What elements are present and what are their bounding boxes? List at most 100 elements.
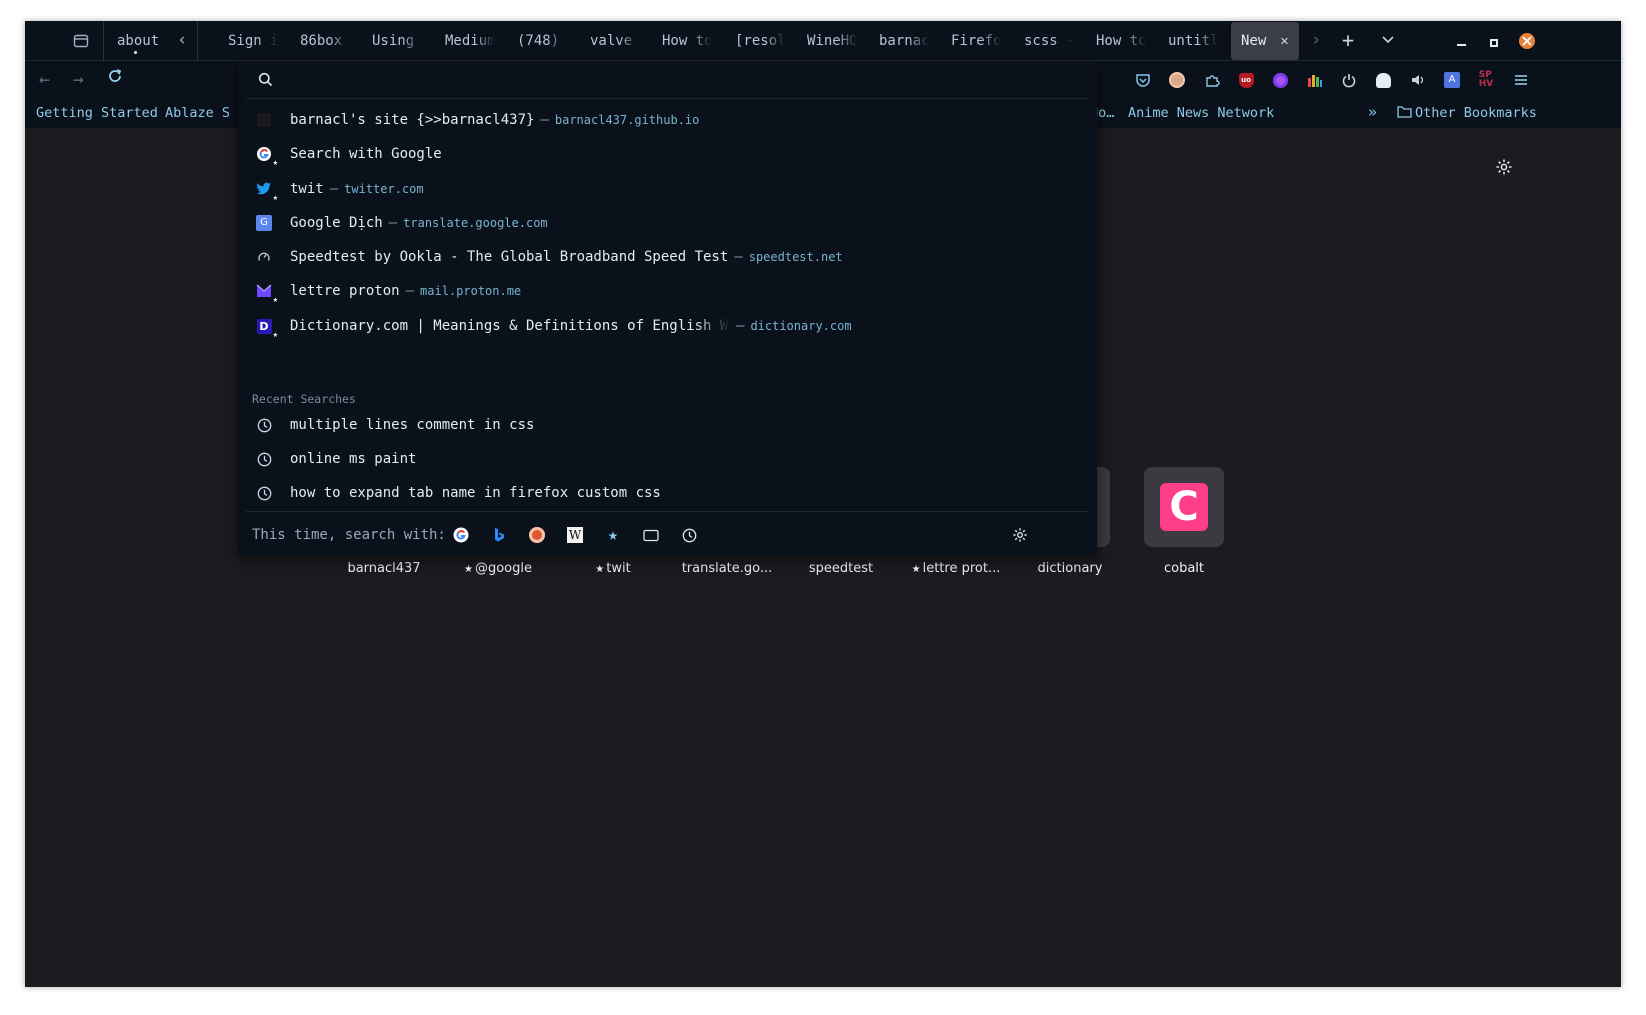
- tab[interactable]: scss -: [1024, 21, 1074, 61]
- tab-divider: [103, 21, 104, 61]
- power-icon[interactable]: [1340, 71, 1358, 89]
- extension-hex-icon[interactable]: [1271, 71, 1289, 89]
- top-site-label-text: twit: [606, 561, 631, 576]
- pin-star-icon: ★: [272, 330, 278, 340]
- result-row[interactable]: D ★ Dictionary.com | Meanings & Definiti…: [246, 309, 1089, 343]
- top-site-label-text: lettre prot...: [922, 561, 1001, 576]
- tab[interactable]: barnac: [879, 21, 929, 61]
- back-icon[interactable]: ←: [39, 69, 50, 90]
- recent-search-row[interactable]: online ms paint: [246, 442, 1089, 476]
- top-site-cobalt[interactable]: C cobalt: [1129, 467, 1239, 576]
- top-site-tile: C: [1144, 467, 1224, 547]
- maximize-icon[interactable]: [1490, 39, 1498, 47]
- urlbar-dropdown: barnacl's site {>>barnacl437} — barnacl4…: [238, 61, 1097, 556]
- bookmark-ablaze[interactable]: Ablaze S: [165, 105, 230, 121]
- profile-avatar-icon[interactable]: [1168, 71, 1186, 89]
- one-off-label: This time, search with:: [252, 527, 446, 543]
- close-window-icon[interactable]: [1518, 32, 1536, 54]
- tab[interactable]: untitl: [1168, 21, 1218, 61]
- tab[interactable]: WineHQ: [807, 21, 857, 61]
- equalizer-icon[interactable]: [1306, 71, 1324, 89]
- tab-label: 86box: [300, 33, 343, 49]
- list-all-tabs-icon[interactable]: [1381, 33, 1395, 50]
- tab-label: valve: [590, 33, 633, 49]
- result-row[interactable]: ★ lettre proton — mail.proton.me: [246, 274, 1089, 308]
- tab-label: barnac: [879, 33, 929, 49]
- result-separator: —: [405, 283, 415, 299]
- duckduckgo-engine-icon[interactable]: [528, 526, 546, 544]
- result-row[interactable]: ★ twit — twitter.com: [246, 172, 1089, 206]
- bookmarks-overflow-icon[interactable]: »: [1368, 103, 1377, 121]
- folder-icon: [1397, 105, 1412, 122]
- new-tab-plus-icon[interactable]: +: [1342, 30, 1354, 50]
- minimize-icon[interactable]: [1457, 44, 1466, 46]
- sponsorblock-icon[interactable]: SP HV: [1477, 71, 1495, 89]
- tab[interactable]: Medium: [445, 21, 495, 61]
- tab-selected-new[interactable]: New ✕: [1231, 22, 1299, 60]
- firefox-view-icon[interactable]: [73, 33, 89, 52]
- bookmark-getting-started[interactable]: Getting Started: [36, 105, 158, 121]
- top-site-label: ★ @google: [443, 561, 553, 576]
- hamburger-menu-icon[interactable]: [1512, 71, 1530, 89]
- google-engine-icon[interactable]: [452, 526, 470, 544]
- pocket-icon[interactable]: [1134, 71, 1152, 89]
- chevron-right-icon[interactable]: ›: [1311, 32, 1321, 49]
- reload-icon[interactable]: [107, 68, 123, 89]
- tab-label: Firefo: [951, 33, 1001, 49]
- tab-label: How to: [1096, 33, 1146, 49]
- tab[interactable]: Firefo: [951, 21, 1001, 61]
- extensions-puzzle-icon[interactable]: [1203, 71, 1221, 89]
- result-title: Google Dịch: [290, 215, 383, 231]
- bookmark-anime-news-network[interactable]: Anime News Network: [1128, 105, 1274, 121]
- search-settings-gear-icon[interactable]: [1011, 526, 1029, 544]
- urlbar: [246, 61, 1089, 99]
- speedtest-icon: [254, 247, 274, 267]
- recent-search-text: how to expand tab name in firefox custom…: [290, 485, 661, 501]
- tab-pinned-about[interactable]: about: [117, 21, 159, 61]
- tab[interactable]: Sign i: [228, 21, 278, 61]
- chevron-left-icon[interactable]: ‹: [177, 32, 187, 49]
- tab-label: Using: [372, 33, 415, 49]
- tab[interactable]: How to: [662, 21, 712, 61]
- pin-icon: ★: [911, 564, 921, 575]
- recent-search-row[interactable]: how to expand tab name in firefox custom…: [246, 476, 1089, 510]
- ghost-extension-icon[interactable]: [1374, 71, 1392, 89]
- forward-icon[interactable]: →: [73, 69, 84, 90]
- result-row[interactable]: ★ Search with Google: [246, 137, 1089, 171]
- tab[interactable]: Using: [372, 21, 422, 61]
- one-off-search-bar: This time, search with: W ★: [246, 511, 1089, 556]
- close-tab-icon[interactable]: ✕: [1280, 33, 1288, 49]
- result-title: lettre proton: [290, 283, 400, 299]
- recent-searches-label: Recent Searches: [252, 392, 356, 406]
- settings-gear-icon[interactable]: [1495, 158, 1513, 180]
- tab-label: New: [1241, 33, 1267, 49]
- history-clock-icon: [254, 483, 274, 503]
- bookmarks-star-icon[interactable]: ★: [604, 525, 622, 545]
- tab[interactable]: (748): [517, 21, 567, 61]
- history-engine-icon[interactable]: [680, 526, 698, 544]
- result-row[interactable]: Speedtest by Ookla - The Global Broadban…: [246, 240, 1089, 274]
- tab-label: (748): [517, 33, 560, 49]
- search-icon: [258, 72, 273, 91]
- tab-label: scss -: [1024, 33, 1074, 49]
- tab[interactable]: How to: [1096, 21, 1146, 61]
- tab-divider: [197, 21, 198, 61]
- recent-search-row[interactable]: multiple lines comment in css: [246, 408, 1089, 442]
- urlbar-input[interactable]: [286, 69, 1066, 91]
- tab[interactable]: [resol: [735, 21, 785, 61]
- volume-icon[interactable]: [1409, 71, 1427, 89]
- tab[interactable]: 86box: [300, 21, 350, 61]
- tabs-icon[interactable]: [642, 526, 660, 544]
- ublock-icon[interactable]: uo: [1237, 71, 1255, 89]
- other-bookmarks[interactable]: Other Bookmarks: [1415, 105, 1537, 121]
- result-row[interactable]: barnacl's site {>>barnacl437} — barnacl4…: [246, 103, 1089, 137]
- twitter-icon: ★: [254, 179, 278, 203]
- result-separator: —: [388, 215, 398, 231]
- history-clock-icon: [254, 449, 274, 469]
- translate-extension-icon[interactable]: A: [1443, 71, 1461, 89]
- bing-engine-icon[interactable]: [490, 526, 508, 544]
- result-url: dictionary.com: [750, 319, 852, 333]
- tab[interactable]: valve: [590, 21, 640, 61]
- wikipedia-engine-icon[interactable]: W: [566, 526, 584, 544]
- result-row[interactable]: G Google Dịch — translate.google.com: [246, 206, 1089, 240]
